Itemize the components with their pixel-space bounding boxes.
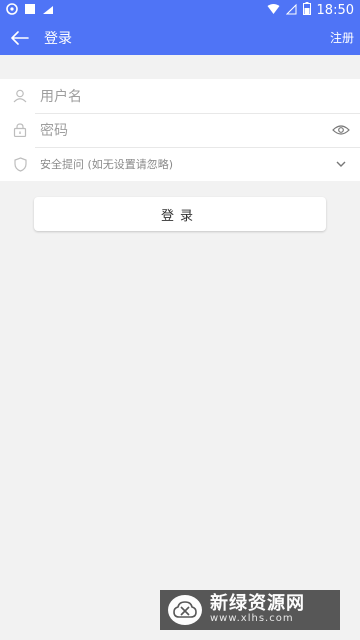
username-row[interactable]: 用户名 xyxy=(0,79,360,113)
watermark-url: www.xlhs.com xyxy=(210,613,294,625)
battery-icon xyxy=(302,2,311,18)
watermark: 新绿资源网 www.xlhs.com xyxy=(160,590,340,630)
lock-icon xyxy=(0,113,40,147)
watermark-logo-icon xyxy=(168,595,202,625)
status-left xyxy=(6,2,54,18)
status-right: 18:50 xyxy=(267,2,354,18)
square-icon xyxy=(24,3,36,18)
notification-icon xyxy=(42,3,54,18)
status-bar: 18:50 xyxy=(0,0,360,20)
eye-icon[interactable] xyxy=(322,113,360,147)
signal-icon xyxy=(285,3,297,18)
username-input[interactable]: 用户名 xyxy=(40,86,82,106)
arrow-left-icon xyxy=(11,30,29,45)
user-icon xyxy=(0,79,40,113)
login-screen: 18:50 登录 注册 用户名 密码 安全提问 (如无设置请忽略) 登录 新绿资… xyxy=(0,0,360,640)
status-time: 18:50 xyxy=(316,2,354,18)
page-title: 登录 xyxy=(44,30,72,47)
wifi-icon xyxy=(267,3,280,18)
back-button[interactable] xyxy=(0,20,40,55)
app-bar: 登录 注册 xyxy=(0,20,360,55)
login-form: 用户名 密码 安全提问 (如无设置请忽略) xyxy=(0,79,360,181)
password-input[interactable]: 密码 xyxy=(40,120,68,140)
watermark-text: 新绿资源网 www.xlhs.com xyxy=(210,593,305,625)
security-question-row[interactable]: 安全提问 (如无设置请忽略) xyxy=(0,147,360,181)
register-button[interactable]: 注册 xyxy=(330,29,354,46)
headset-icon xyxy=(6,2,18,18)
password-row[interactable]: 密码 xyxy=(0,113,360,147)
watermark-name: 新绿资源网 xyxy=(210,593,305,615)
chevron-down-icon[interactable] xyxy=(322,147,360,181)
login-button[interactable]: 登录 xyxy=(34,197,326,231)
shield-icon xyxy=(0,147,40,181)
security-question-select[interactable]: 安全提问 (如无设置请忽略) xyxy=(40,156,173,172)
